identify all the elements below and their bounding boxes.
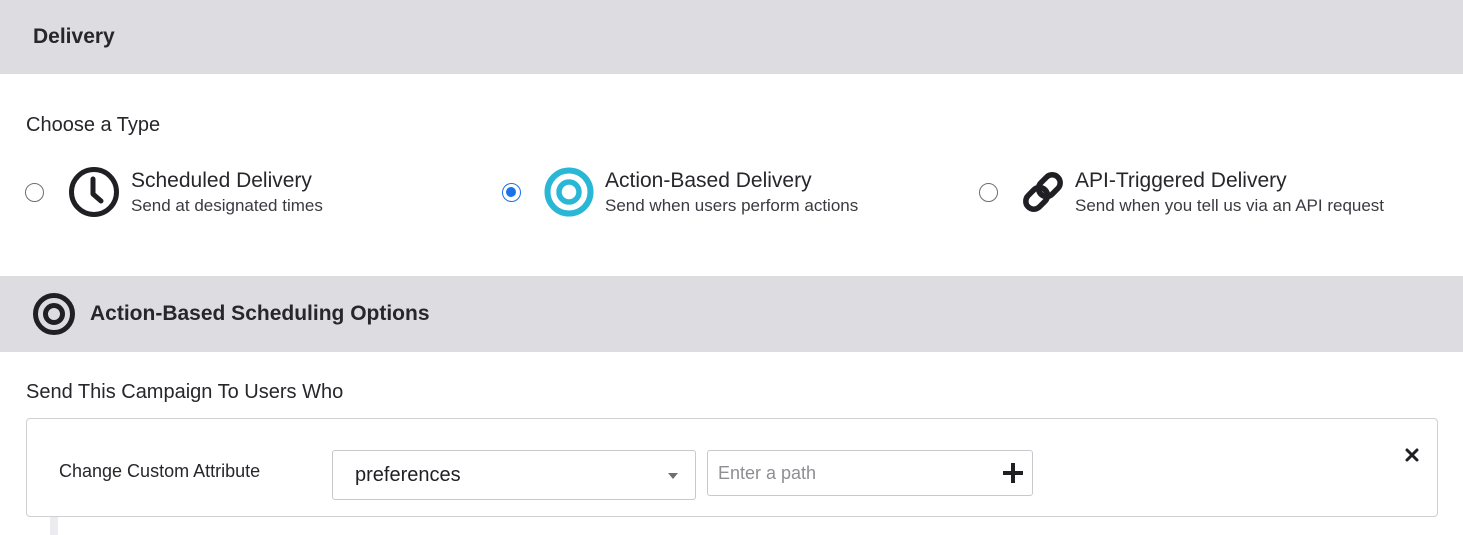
plus-icon[interactable] <box>998 458 1028 488</box>
path-input-group <box>707 450 1033 496</box>
delivery-type-scheduled[interactable]: Scheduled Delivery Send at designated ti… <box>25 162 323 222</box>
action-based-delivery-title: Action-Based Delivery <box>605 169 812 192</box>
clock-icon <box>67 165 121 219</box>
caret-down-icon <box>668 473 678 479</box>
scheduling-section-title: Action-Based Scheduling Options <box>90 302 430 325</box>
close-icon[interactable] <box>1403 446 1421 464</box>
scheduled-delivery-description: Send at designated times <box>131 196 323 215</box>
target-icon <box>32 292 76 336</box>
api-triggered-delivery-description: Send when you tell us via an API request <box>1075 196 1385 215</box>
scheduling-section-header: Action-Based Scheduling Options <box>0 276 1463 352</box>
link-icon <box>1018 165 1068 219</box>
delivery-type-api-triggered[interactable]: API-Triggered Delivery Send when you tel… <box>979 162 1384 222</box>
attribute-select-value: preferences <box>355 463 461 486</box>
trigger-action-row: Change Custom Attribute preferences <box>26 418 1438 517</box>
api-triggered-delivery-radio[interactable] <box>979 182 998 202</box>
send-campaign-label: Send This Campaign To Users Who <box>26 381 344 403</box>
api-triggered-delivery-title: API-Triggered Delivery <box>1075 169 1287 192</box>
delivery-section-header: Delivery <box>0 0 1463 74</box>
scheduled-delivery-radio[interactable] <box>25 182 44 202</box>
trigger-action-label: Change Custom Attribute <box>59 461 261 481</box>
delivery-section-title: Delivery <box>33 25 115 48</box>
delivery-type-action-based[interactable]: Action-Based Delivery Send when users pe… <box>502 162 858 222</box>
scheduled-delivery-title: Scheduled Delivery <box>131 169 312 192</box>
action-based-delivery-radio[interactable] <box>502 182 521 202</box>
path-input[interactable] <box>708 451 978 495</box>
attribute-select[interactable]: preferences <box>332 450 696 500</box>
action-based-delivery-description: Send when users perform actions <box>605 196 859 215</box>
target-icon <box>542 165 596 219</box>
choose-type-label: Choose a Type <box>26 114 161 136</box>
nested-condition-rail <box>50 517 58 535</box>
